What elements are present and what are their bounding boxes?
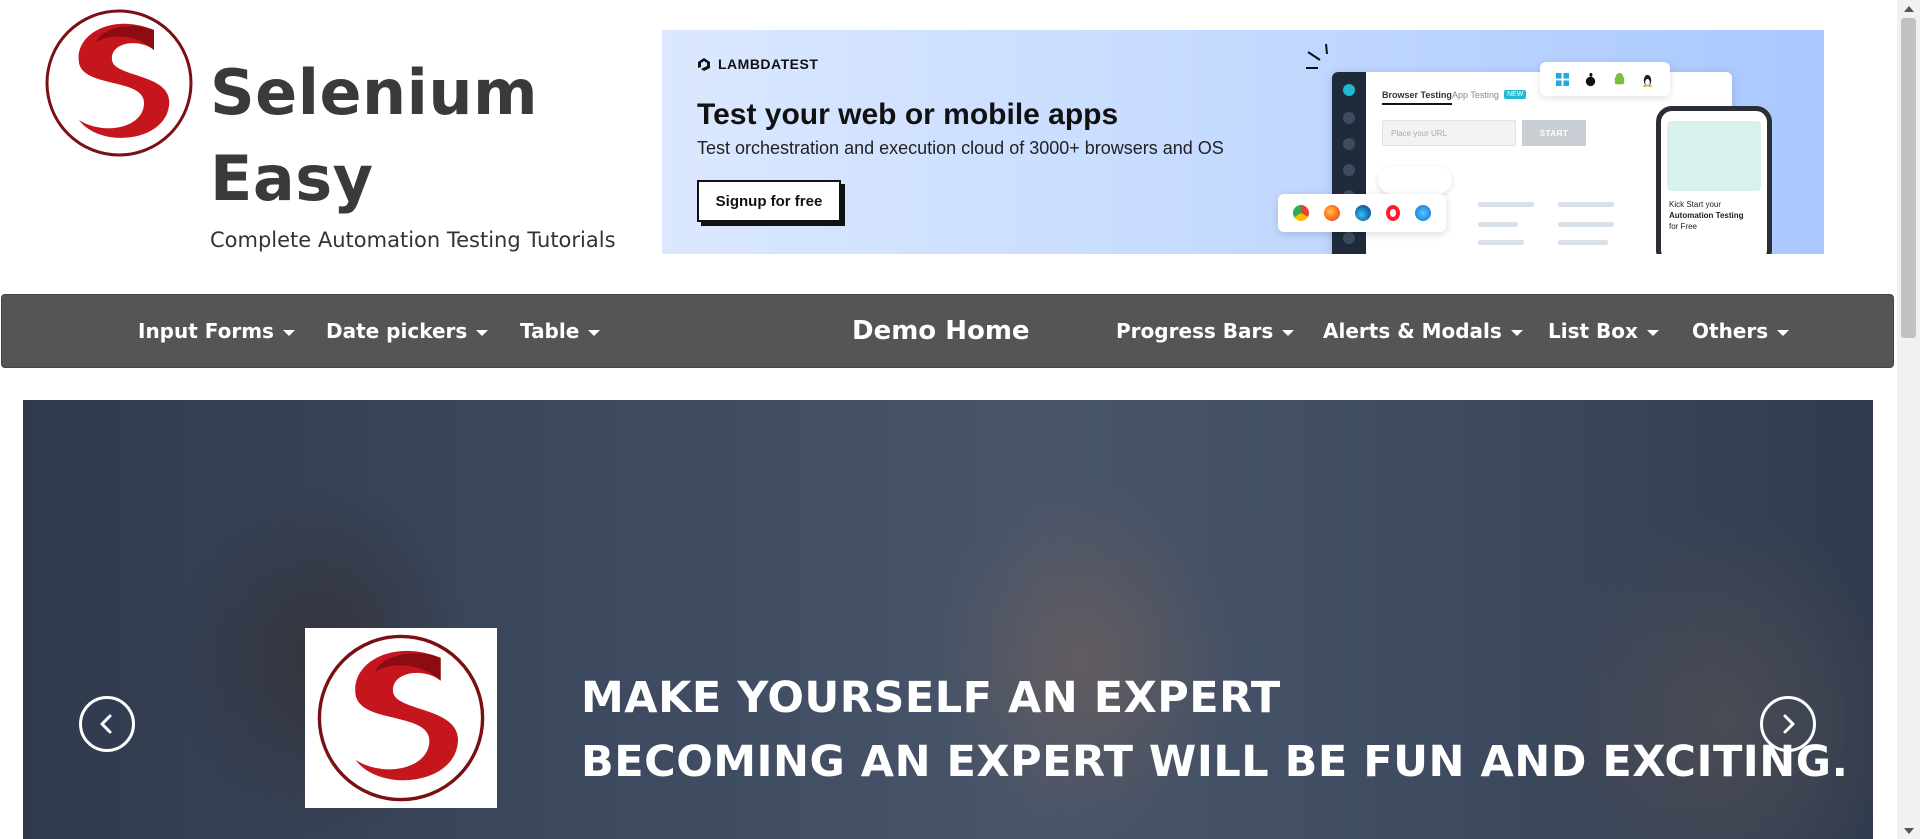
site-title-line1: Selenium: [210, 56, 539, 129]
chevron-right-icon: [1783, 714, 1795, 734]
nav-others[interactable]: Others: [1692, 295, 1790, 367]
phone-mockup: Kick Start your Automation Testing for F…: [1656, 106, 1772, 254]
phone-illustration: [1667, 121, 1761, 191]
chrome-icon: [1293, 205, 1310, 221]
carousel-prev-button[interactable]: [79, 696, 135, 752]
nav-alerts-modals[interactable]: Alerts & Modals: [1323, 295, 1523, 367]
safari-icon: [1414, 205, 1431, 221]
nav-label: Table: [520, 319, 580, 343]
edge-icon: [1354, 205, 1371, 221]
caret-down-icon: [282, 329, 295, 336]
apple-icon: [1586, 72, 1596, 86]
nav-input-forms[interactable]: Input Forms: [138, 295, 295, 367]
mockup-new-badge: NEW: [1504, 90, 1527, 99]
hero-line-2: BECOMING AN EXPERT WILL BE FUN AND EXCIT…: [581, 737, 1849, 787]
caret-down-icon: [1510, 329, 1523, 336]
caret-down-icon: [1777, 329, 1790, 336]
phone-text: Kick Start your Automation Testing for F…: [1669, 200, 1744, 231]
site-subtitle: Complete Automation Testing Tutorials: [210, 228, 616, 252]
site-brand[interactable]: Selenium Easy Complete Automation Testin…: [44, 8, 624, 252]
scrollbar-thumb[interactable]: [1901, 18, 1916, 338]
lambdatest-logo: LAMBDATEST: [696, 56, 818, 72]
device-toggle: [1378, 166, 1452, 194]
hero-line-1: MAKE YOURSELF AN EXPERT: [581, 673, 1281, 723]
page: Selenium Easy Complete Automation Testin…: [0, 0, 1920, 839]
scroll-up-icon[interactable]: [1897, 0, 1920, 17]
vertical-scrollbar[interactable]: [1897, 0, 1920, 839]
nav-progress-bars[interactable]: Progress Bars: [1116, 295, 1295, 367]
scroll-down-icon[interactable]: [1897, 822, 1920, 839]
nav-list-box[interactable]: List Box: [1548, 295, 1659, 367]
mockup-tab-app: App Testing: [1452, 90, 1499, 100]
caret-down-icon: [1282, 329, 1295, 336]
nav-label: Alerts & Modals: [1323, 319, 1502, 343]
nav-label: Demo Home: [852, 316, 1030, 346]
android-icon: [1614, 72, 1624, 84]
firefox-icon: [1324, 205, 1341, 221]
chevron-left-icon: [100, 714, 112, 734]
mockup-tab-browser: Browser Testing: [1382, 90, 1452, 105]
nav-label: List Box: [1548, 319, 1638, 343]
hero-caption: MAKE YOURSELF AN EXPERT BECOMING AN EXPE…: [581, 666, 1848, 794]
site-title: Selenium Easy: [210, 50, 538, 222]
site-title-line2: Easy: [210, 142, 374, 215]
nav-date-pickers[interactable]: Date pickers: [326, 295, 489, 367]
signup-button[interactable]: Signup for free: [697, 180, 841, 222]
nav-label: Others: [1692, 319, 1769, 343]
nav-table[interactable]: Table: [520, 295, 601, 367]
hero-carousel: MAKE YOURSELF AN EXPERT BECOMING AN EXPE…: [23, 400, 1873, 839]
selenium-easy-logo-icon: [45, 9, 193, 157]
selenium-easy-logo-icon: [317, 634, 485, 802]
nav-label: Progress Bars: [1116, 319, 1274, 343]
ad-headline: Test your web or mobile apps: [697, 98, 1119, 131]
windows-icon: [1555, 72, 1569, 86]
caret-down-icon: [476, 329, 489, 336]
nav-demo-home[interactable]: Demo Home: [852, 295, 1030, 367]
ad-tagline: Test orchestration and execution cloud o…: [697, 138, 1224, 158]
sparkle-icon: [1306, 43, 1328, 69]
mockup-url-field: Place your URL: [1382, 120, 1516, 146]
linux-icon: [1643, 74, 1653, 87]
nav-label: Date pickers: [326, 319, 468, 343]
lambdatest-ad-banner[interactable]: LAMBDATEST Test your web or mobile apps …: [662, 30, 1824, 254]
os-icons: [1540, 62, 1670, 96]
carousel-next-button[interactable]: [1760, 696, 1816, 752]
hero-logo: [305, 628, 497, 808]
lambdatest-logo-icon: [698, 58, 710, 71]
lambdatest-logo-text: LAMBDATEST: [718, 56, 819, 72]
mockup-start-button: START: [1522, 120, 1586, 146]
nav-label: Input Forms: [138, 319, 274, 343]
browser-icons: [1278, 194, 1446, 232]
main-nav: Input Forms Date pickers Table Demo Home…: [1, 294, 1894, 368]
caret-down-icon: [588, 329, 601, 336]
caret-down-icon: [1646, 329, 1659, 336]
opera-icon: [1385, 205, 1400, 221]
